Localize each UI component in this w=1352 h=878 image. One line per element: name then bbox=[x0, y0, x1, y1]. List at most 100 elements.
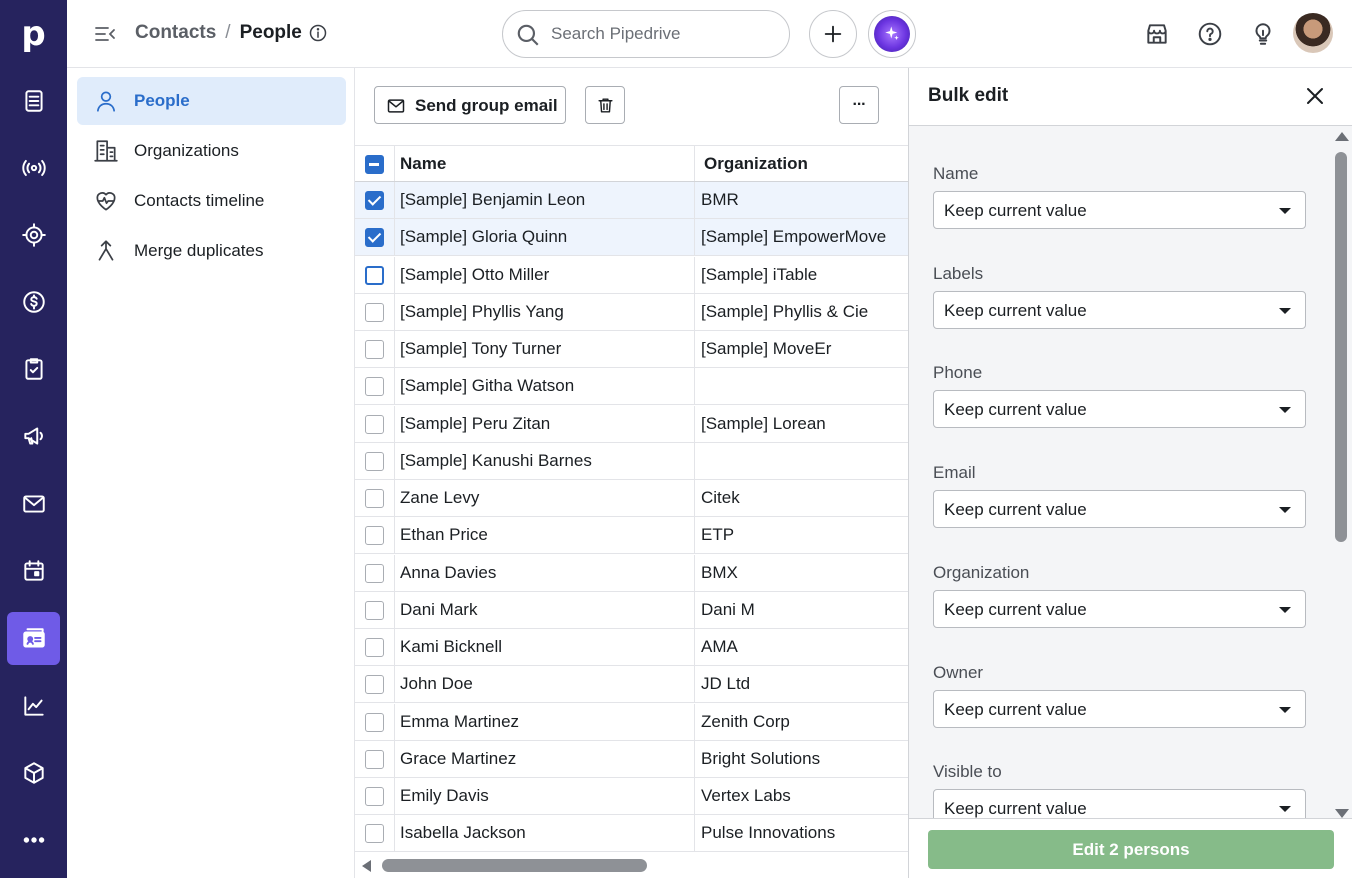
activities-clipboard-icon[interactable] bbox=[7, 342, 60, 395]
table-row[interactable]: [Sample] Benjamin Leon BMR bbox=[355, 182, 908, 219]
field-select[interactable]: Keep current value bbox=[933, 191, 1306, 229]
table-row[interactable]: [Sample] Tony Turner [Sample] MoveEr bbox=[355, 331, 908, 368]
calendar-icon[interactable] bbox=[7, 544, 60, 597]
organization-link[interactable]: AMA bbox=[701, 637, 738, 657]
subnav-item-people[interactable]: People bbox=[77, 77, 346, 125]
table-row[interactable]: [Sample] Phyllis Yang [Sample] Phyllis & … bbox=[355, 293, 908, 331]
person-name-link[interactable]: Dani Mark bbox=[400, 600, 477, 620]
edit-persons-button[interactable]: Edit 2 persons bbox=[928, 830, 1334, 869]
delete-button[interactable] bbox=[585, 86, 625, 124]
person-name-link[interactable]: [Sample] Tony Turner bbox=[400, 339, 561, 359]
organization-link[interactable]: Citek bbox=[701, 488, 740, 508]
row-checkbox[interactable] bbox=[365, 526, 384, 546]
close-icon[interactable] bbox=[1303, 84, 1327, 108]
breadcrumb-contacts[interactable]: Contacts bbox=[135, 21, 216, 45]
person-name-link[interactable]: [Sample] Gloria Quinn bbox=[400, 227, 567, 247]
person-name-link[interactable]: Kami Bicknell bbox=[400, 637, 502, 657]
row-checkbox[interactable] bbox=[365, 749, 384, 769]
field-select[interactable]: Keep current value bbox=[933, 490, 1306, 529]
field-select[interactable]: Keep current value bbox=[933, 689, 1306, 728]
table-row[interactable]: John Doe JD Ltd bbox=[355, 666, 908, 704]
table-row[interactable]: [Sample] Kanushi Barnes bbox=[355, 442, 908, 480]
person-name-link[interactable]: Ethan Price bbox=[400, 525, 488, 545]
table-row[interactable]: [Sample] Githa Watson bbox=[355, 368, 908, 406]
column-header-name[interactable]: Name bbox=[400, 154, 446, 174]
more-actions-button[interactable]: ··· bbox=[839, 86, 879, 124]
deals-dollar-icon[interactable] bbox=[7, 275, 60, 328]
row-checkbox[interactable] bbox=[365, 563, 384, 583]
row-checkbox[interactable] bbox=[365, 228, 384, 248]
global-search[interactable] bbox=[502, 10, 790, 58]
user-avatar[interactable] bbox=[1293, 13, 1333, 53]
field-select[interactable]: Keep current value bbox=[933, 390, 1306, 429]
table-row[interactable]: Kami Bicknell AMA bbox=[355, 629, 908, 666]
row-checkbox[interactable] bbox=[365, 787, 384, 806]
person-name-link[interactable]: [Sample] Peru Zitan bbox=[400, 414, 550, 434]
subnav-item-organizations[interactable]: Organizations bbox=[77, 127, 346, 175]
scrollbar-thumb[interactable] bbox=[382, 859, 647, 872]
organization-link[interactable]: BMR bbox=[701, 190, 739, 210]
table-row[interactable]: Ethan Price ETP bbox=[355, 517, 908, 555]
row-checkbox[interactable] bbox=[365, 712, 384, 732]
contacts-card-icon[interactable] bbox=[7, 612, 60, 665]
person-name-link[interactable]: Zane Levy bbox=[400, 488, 479, 508]
row-checkbox[interactable] bbox=[365, 302, 384, 322]
collapse-menu-icon[interactable] bbox=[93, 22, 117, 46]
help-question-icon[interactable] bbox=[1195, 19, 1225, 49]
organization-link[interactable]: [Sample] Phyllis & Cie bbox=[701, 302, 868, 322]
organization-link[interactable]: Bright Solutions bbox=[701, 749, 820, 769]
row-checkbox[interactable] bbox=[365, 414, 384, 434]
table-row[interactable]: Grace Martinez Bright Solutions bbox=[355, 740, 908, 778]
person-name-link[interactable]: [Sample] Githa Watson bbox=[400, 376, 574, 396]
table-row[interactable]: Emma Martinez Zenith Corp bbox=[355, 703, 908, 741]
person-name-link[interactable]: [Sample] Phyllis Yang bbox=[400, 302, 564, 322]
vertical-scrollbar[interactable] bbox=[1333, 130, 1349, 820]
row-checkbox[interactable] bbox=[365, 340, 384, 359]
organization-link[interactable]: JD Ltd bbox=[701, 674, 750, 694]
quick-add-button[interactable] bbox=[809, 10, 857, 58]
table-row[interactable]: Dani Mark Dani M bbox=[355, 591, 908, 629]
send-group-email-button[interactable]: Send group email bbox=[374, 86, 566, 124]
table-row[interactable]: Zane Levy Citek bbox=[355, 480, 908, 517]
select-all-checkbox[interactable] bbox=[365, 155, 384, 174]
person-name-link[interactable]: Emma Martinez bbox=[400, 712, 519, 732]
table-row[interactable]: [Sample] Otto Miller [Sample] iTable bbox=[355, 256, 908, 294]
lightbulb-icon[interactable] bbox=[1248, 19, 1278, 49]
scroll-left-icon[interactable] bbox=[362, 860, 371, 872]
person-name-link[interactable]: Isabella Jackson bbox=[400, 823, 526, 843]
organization-link[interactable]: [Sample] MoveEr bbox=[701, 339, 831, 359]
products-box-icon[interactable] bbox=[7, 746, 60, 799]
row-checkbox[interactable] bbox=[365, 451, 384, 471]
pipedrive-logo[interactable]: p bbox=[0, 0, 67, 67]
mail-icon[interactable] bbox=[7, 477, 60, 530]
table-row[interactable]: Emily Davis Vertex Labs bbox=[355, 778, 908, 815]
table-row[interactable]: Isabella Jackson Pulse Innovations bbox=[355, 815, 908, 853]
marketplace-store-icon[interactable] bbox=[1142, 19, 1172, 49]
row-checkbox[interactable] bbox=[365, 265, 384, 285]
subnav-item-merge-duplicates[interactable]: Merge duplicates bbox=[77, 227, 346, 275]
table-row[interactable]: [Sample] Gloria Quinn [Sample] EmpowerMov… bbox=[355, 219, 908, 257]
scroll-up-icon[interactable] bbox=[1335, 132, 1349, 141]
organization-link[interactable]: Zenith Corp bbox=[701, 712, 790, 732]
organization-link[interactable]: Dani M bbox=[701, 600, 755, 620]
column-header-organization[interactable]: Organization bbox=[704, 154, 808, 174]
row-checkbox[interactable] bbox=[365, 489, 384, 508]
person-name-link[interactable]: Grace Martinez bbox=[400, 749, 516, 769]
scrollbar-thumb[interactable] bbox=[1335, 152, 1347, 542]
row-checkbox[interactable] bbox=[365, 600, 384, 620]
leads-icon[interactable] bbox=[7, 74, 60, 127]
target-icon[interactable] bbox=[7, 208, 60, 261]
search-input[interactable] bbox=[551, 19, 776, 49]
insights-chart-icon[interactable] bbox=[7, 679, 60, 732]
row-checkbox[interactable] bbox=[365, 638, 384, 657]
person-name-link[interactable]: John Doe bbox=[400, 674, 473, 694]
campaigns-broadcast-icon[interactable] bbox=[7, 141, 60, 194]
subnav-item-contacts-timeline[interactable]: Contacts timeline bbox=[77, 177, 346, 225]
person-name-link[interactable]: Anna Davies bbox=[400, 563, 496, 583]
person-name-link[interactable]: [Sample] Kanushi Barnes bbox=[400, 451, 592, 471]
scroll-down-icon[interactable] bbox=[1335, 809, 1349, 818]
ai-assistant-button[interactable] bbox=[868, 10, 916, 58]
row-checkbox[interactable] bbox=[365, 824, 384, 844]
megaphone-icon[interactable] bbox=[7, 409, 60, 462]
person-name-link[interactable]: [Sample] Benjamin Leon bbox=[400, 190, 585, 210]
